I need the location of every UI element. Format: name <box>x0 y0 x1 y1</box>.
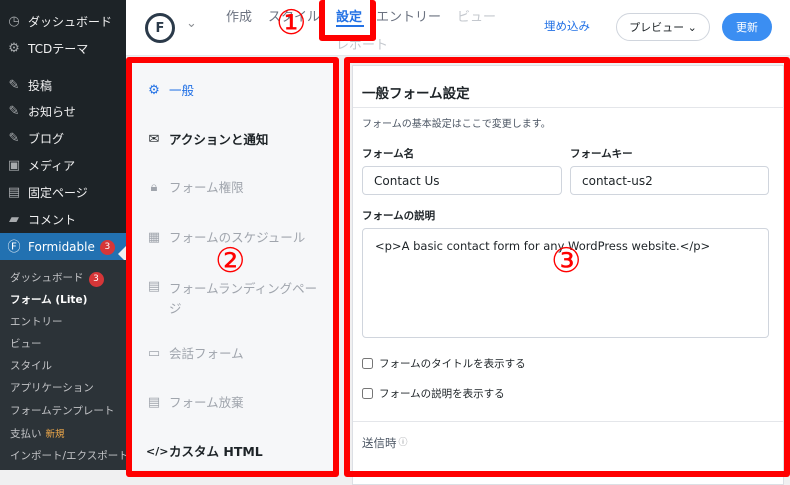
submenu-label: ダッシュボード <box>10 272 84 284</box>
submenu-forms[interactable]: フォーム (Lite) <box>10 292 87 307</box>
gear-icon: ⚙ <box>8 40 20 56</box>
wp-admin-sidebar: ◷ ダッシュボード ⚙ TCDテーマ ✎ 投稿 ✎ お知らせ ✎ ブログ ▣ メ… <box>0 0 129 470</box>
wp-menu-media[interactable]: ▣ メディア <box>0 152 126 178</box>
submenu-styles[interactable]: スタイル <box>10 358 52 373</box>
notification-badge: 3 <box>99 239 115 255</box>
wp-menu-news[interactable]: ✎ お知らせ <box>0 98 126 124</box>
pin-icon: ✎ <box>8 77 20 93</box>
tab-views[interactable]: ビュー <box>457 6 496 25</box>
wp-submenu: ダッシュボード 3 フォーム (Lite) エントリー ビュー スタイル アプリケ… <box>0 260 129 470</box>
new-badge: 新規 <box>45 429 65 440</box>
submenu-label: 支払い <box>10 428 42 440</box>
pin-icon: ✎ <box>8 103 20 119</box>
chevron-down-icon[interactable]: ⌄ <box>186 16 197 31</box>
submenu-views[interactable]: ビュー <box>10 336 42 351</box>
submenu-dashboard[interactable]: ダッシュボード 3 <box>10 270 104 287</box>
wp-menu-label: 固定ページ <box>28 185 88 200</box>
submenu-payments[interactable]: 支払い 新規 <box>10 426 65 441</box>
wp-menu-dashboard[interactable]: ◷ ダッシュボード <box>0 8 126 34</box>
wp-menu-blog[interactable]: ✎ ブログ <box>0 125 126 151</box>
preview-button[interactable]: プレビュー ⌄ <box>616 13 710 41</box>
wp-menu-label: TCDテーマ <box>28 41 89 56</box>
tab-entries[interactable]: エントリー <box>376 6 441 25</box>
tab-build[interactable]: 作成 <box>226 6 252 25</box>
submenu-entries[interactable]: エントリー <box>10 314 63 329</box>
submenu-import-export[interactable]: インポート/エクスポート <box>10 448 129 463</box>
pin-icon: ✎ <box>8 130 20 146</box>
notification-badge: 3 <box>88 272 104 287</box>
wp-menu-label: ダッシュボード <box>28 14 113 29</box>
wp-menu-label: ブログ <box>28 131 65 146</box>
wp-menu-pages[interactable]: ▤ 固定ページ <box>0 179 126 205</box>
wp-menu-formidable[interactable]: Ⓕ Formidable 3 <box>0 233 126 261</box>
form-builder-topbar: F ⌄ 作成 スタイル 設定 エントリー ビュー レポート 埋め込み プレビュー… <box>126 0 790 56</box>
page-icon: ▤ <box>7 184 21 200</box>
wp-menu-label: お知らせ <box>28 104 76 119</box>
submenu-applications[interactable]: アプリケーション <box>10 380 94 395</box>
submenu-form-templates[interactable]: フォームテンプレート <box>10 403 114 418</box>
wp-menu-tcd-theme[interactable]: ⚙ TCDテーマ <box>0 35 126 61</box>
annotation-number-three: ③ <box>551 241 582 281</box>
annotation-number-one: ① <box>276 3 307 43</box>
wp-menu-comments[interactable]: ▰ コメント <box>0 206 126 232</box>
update-button[interactable]: 更新 <box>722 13 772 41</box>
formidable-icon: Ⓕ <box>7 239 21 255</box>
wp-menu-label: コメント <box>28 212 77 227</box>
media-icon: ▣ <box>7 157 21 173</box>
wp-menu-label: 投稿 <box>28 78 53 93</box>
wp-menu-label: Formidable <box>28 240 95 254</box>
annotation-number-two: ② <box>215 241 246 281</box>
highlight-box-settings-tab <box>319 0 376 41</box>
comment-icon: ▰ <box>9 211 19 227</box>
dashboard-icon: ◷ <box>8 13 20 29</box>
wp-menu-label: メディア <box>28 158 76 173</box>
formidable-logo-icon[interactable]: F <box>145 13 175 43</box>
embed-link[interactable]: 埋め込み <box>544 18 590 34</box>
wp-menu-posts[interactable]: ✎ 投稿 <box>0 72 126 98</box>
